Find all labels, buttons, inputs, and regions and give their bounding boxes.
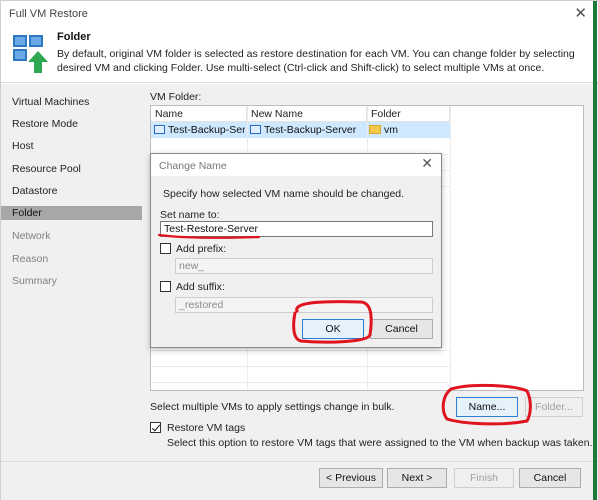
title-bar: Full VM Restore ✕ [1, 1, 598, 27]
dialog-title: Change Name [159, 160, 227, 172]
step-network: Network [12, 230, 51, 242]
restore-vm-tags-description: Select this option to restore VM tags th… [167, 437, 593, 449]
add-prefix-checkbox[interactable] [160, 243, 171, 254]
window-edge-accent [593, 1, 597, 500]
dialog-close-icon[interactable]: ✕ [421, 156, 433, 172]
step-restore-mode[interactable]: Restore Mode [1, 117, 142, 131]
add-prefix-label[interactable]: Add prefix: [176, 243, 226, 255]
dialog-ok-button[interactable]: OK [302, 319, 364, 339]
row-new-name-text: Test-Backup-Server [264, 124, 357, 136]
step-title: Folder [57, 31, 91, 43]
step-description: By default, original VM folder is select… [57, 48, 575, 74]
change-name-dialog: Change Name ✕ Specify how selected VM na… [150, 153, 442, 348]
vm-icon [154, 125, 165, 134]
bulk-hint: Select multiple VMs to apply settings ch… [150, 401, 395, 413]
dialog-cancel-button[interactable]: Cancel [370, 319, 433, 339]
suffix-input [175, 297, 433, 313]
wizard-header: Folder By default, original VM folder is… [1, 27, 598, 83]
folder-restore-icon [13, 35, 48, 73]
vm-icon [250, 125, 261, 134]
step-summary: Summary [12, 275, 57, 287]
restore-vm-tags-checkbox[interactable] [150, 422, 161, 433]
restore-vm-tags-label[interactable]: Restore VM tags [167, 422, 245, 434]
row-new-name-cell[interactable]: Test-Backup-Server [250, 122, 365, 138]
prefix-input [175, 258, 433, 274]
grid-line [151, 350, 450, 351]
close-icon[interactable]: ✕ [574, 4, 587, 22]
grid-line [151, 366, 450, 367]
add-suffix-checkbox[interactable] [160, 281, 171, 292]
full-vm-restore-window: Full VM Restore ✕ Folder By default, ori… [0, 0, 598, 500]
name-button[interactable]: Name... [456, 397, 518, 417]
dialog-instruction: Specify how selected VM name should be c… [163, 188, 405, 200]
column-header-folder[interactable]: Folder [367, 106, 450, 122]
grid-line [450, 106, 451, 390]
step-reason: Reason [12, 253, 49, 265]
previous-button[interactable]: < Previous [319, 468, 383, 488]
grid-line [151, 382, 450, 383]
row-name-text: Test-Backup-Server [168, 124, 245, 136]
column-header-name[interactable]: Name [151, 106, 247, 122]
add-suffix-label[interactable]: Add suffix: [176, 281, 225, 293]
set-name-label: Set name to: [160, 209, 220, 221]
step-resource-pool[interactable]: Resource Pool [1, 162, 142, 176]
row-name-cell[interactable]: Test-Backup-Server [154, 122, 245, 138]
step-folder[interactable]: Folder [1, 206, 142, 220]
step-host[interactable]: Host [1, 139, 142, 153]
vm-folder-label: VM Folder: [150, 91, 202, 103]
row-folder-cell[interactable]: vm [369, 122, 449, 138]
folder-button: Folder... [525, 397, 583, 417]
finish-button: Finish [454, 468, 514, 488]
set-name-input[interactable] [160, 221, 433, 237]
wizard-steps-sidebar: Virtual Machines Restore Mode Host Resou… [1, 84, 145, 461]
dialog-title-bar: Change Name ✕ [151, 154, 441, 176]
step-virtual-machines[interactable]: Virtual Machines [1, 95, 142, 109]
folder-icon [369, 125, 381, 134]
next-button[interactable]: Next > [387, 468, 447, 488]
window-title: Full VM Restore [9, 8, 88, 20]
step-datastore[interactable]: Datastore [1, 184, 142, 198]
row-folder-text: vm [384, 124, 398, 136]
cancel-button[interactable]: Cancel [519, 468, 581, 488]
column-header-new-name[interactable]: New Name [247, 106, 367, 122]
